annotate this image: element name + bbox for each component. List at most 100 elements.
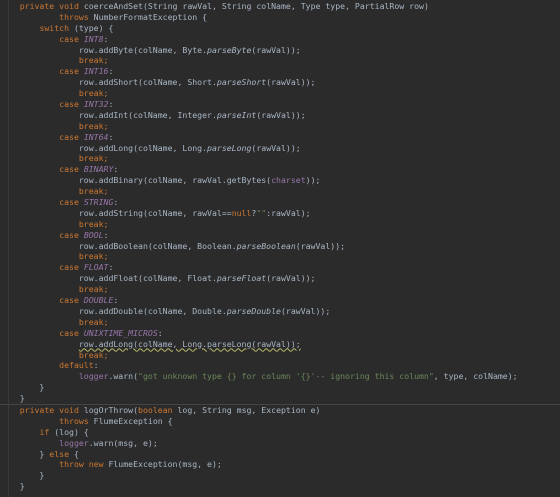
code-token: , type, colName); [433, 371, 518, 382]
code-line[interactable]: } else { [0, 449, 560, 460]
code-line[interactable]: break; [0, 121, 560, 132]
code-line[interactable]: break; [0, 55, 560, 66]
code-token: (rawVal)); [251, 142, 301, 153]
code-line[interactable]: break; [0, 186, 560, 197]
code-line[interactable]: row.addString(colName, rawVal==null?"":r… [0, 208, 560, 219]
code-token: row.addShort(colName, Short. [0, 77, 217, 88]
code-line[interactable]: if (log) { [0, 427, 560, 438]
code-token: NumberFormatException { [93, 11, 208, 22]
code-line[interactable]: logger.warn("got unknown type {} for col… [0, 371, 560, 382]
code-line[interactable]: row.addFloat(colName, Float.parseFloat(r… [0, 273, 560, 284]
code-line[interactable]: throw new FlumeException(msg, e); [0, 459, 560, 470]
code-line[interactable]: } [0, 382, 560, 393]
code-token: null [231, 207, 252, 218]
code-token: (log) { [54, 426, 89, 437]
code-token: (rawVal)); [266, 273, 316, 284]
code-line[interactable]: row.addBoolean(colName, Boolean.parseBoo… [0, 241, 560, 252]
code-token: parseBoolean [236, 240, 296, 251]
code-line[interactable]: break; [0, 350, 560, 361]
code-token: break; [78, 218, 109, 229]
code-line[interactable]: case INT64: [0, 132, 560, 143]
code-line[interactable]: break; [0, 88, 560, 99]
code-token: } [0, 393, 25, 404]
code-line[interactable]: switch (type) { [0, 23, 560, 34]
code-token: case [59, 33, 84, 44]
code-line[interactable]: row.addShort(colName, Short.parseShort(r… [0, 77, 560, 88]
code-token: row.addLong(colName, Long.parseLong(rawV… [78, 338, 301, 349]
code-token: row.addByte(colName, Byte. [0, 44, 208, 55]
code-line[interactable]: case UNIXTIME_MICROS: [0, 328, 560, 339]
code-token: row.addBinary(colName, rawVal.getBytes( [0, 175, 272, 186]
code-area[interactable]: private void coerceAndSet(String rawVal,… [0, 1, 560, 492]
code-line[interactable]: throws NumberFormatException { [0, 12, 560, 23]
code-line[interactable]: logger.warn(msg, e); [0, 438, 560, 449]
code-line[interactable]: break; [0, 153, 560, 164]
code-token: case [59, 99, 84, 110]
code-token: break; [78, 88, 109, 99]
code-token: (String rawVal, String colName, Type typ… [142, 1, 429, 11]
code-line[interactable]: case INT16: [0, 66, 560, 77]
code-token: (rawVal)); [266, 77, 316, 88]
code-line[interactable]: case FLOAT: [0, 262, 560, 273]
code-line[interactable]: row.addInt(colName, Integer.parseInt(raw… [0, 110, 560, 121]
code-line[interactable]: row.addByte(colName, Byte.parseByte(rawV… [0, 45, 560, 56]
code-token: logOrThrow [83, 404, 134, 415]
code-line[interactable]: break; [0, 317, 560, 328]
code-line[interactable]: case BOOL: [0, 230, 560, 241]
code-token: (rawVal)); [256, 109, 306, 120]
code-token: } [0, 448, 50, 459]
code-line[interactable]: throws FlumeException { [0, 416, 560, 427]
code-line[interactable]: default: [0, 360, 560, 371]
code-token: FlumeException(msg, e); [108, 459, 222, 470]
code-token: DOUBLE [83, 295, 114, 306]
code-token: row.addDouble(colName, Double. [0, 305, 227, 316]
code-token: break; [78, 153, 109, 164]
code-line[interactable]: case INT8: [0, 34, 560, 45]
code-token: break; [78, 349, 109, 360]
code-token: : [108, 99, 114, 110]
code-line[interactable]: case BINARY: [0, 164, 560, 175]
code-line[interactable]: case INT32: [0, 99, 560, 110]
code-token: row.addString(colName, rawVal== [0, 207, 232, 218]
code-line[interactable]: private void coerceAndSet(String rawVal,… [0, 1, 560, 12]
code-token: throws [59, 11, 94, 22]
code-editor[interactable]: private void coerceAndSet(String rawVal,… [0, 0, 560, 497]
code-line[interactable]: private void logOrThrow(boolean log, Str… [0, 405, 560, 416]
code-token: : [108, 131, 114, 142]
code-line[interactable]: } [0, 393, 560, 404]
code-line[interactable]: break; [0, 219, 560, 230]
code-token: break; [78, 316, 109, 327]
code-line[interactable]: case STRING: [0, 197, 560, 208]
code-line[interactable]: } [0, 481, 560, 492]
code-token: row.addLong(colName, Long. [0, 142, 208, 153]
code-token: : [113, 164, 119, 175]
code-line[interactable]: break; [0, 251, 560, 262]
code-line[interactable]: row.addBinary(colName, rawVal.getBytes(c… [0, 175, 560, 186]
code-token: "" [256, 207, 267, 218]
code-line[interactable]: row.addLong(colName, Long.parseLong(rawV… [0, 339, 560, 350]
code-token: : [103, 33, 109, 44]
code-line[interactable]: row.addDouble(colName, Double.parseDoubl… [0, 306, 560, 317]
code-line[interactable]: } [0, 470, 560, 481]
code-token: row.addFloat(colName, Float. [0, 273, 217, 284]
code-token: coerceAndSet [83, 1, 143, 11]
code-line[interactable]: break; [0, 284, 560, 295]
code-token: parseShort [216, 77, 267, 88]
code-line[interactable]: case DOUBLE: [0, 295, 560, 306]
code-line[interactable]: row.addLong(colName, Long.parseLong(rawV… [0, 143, 560, 154]
